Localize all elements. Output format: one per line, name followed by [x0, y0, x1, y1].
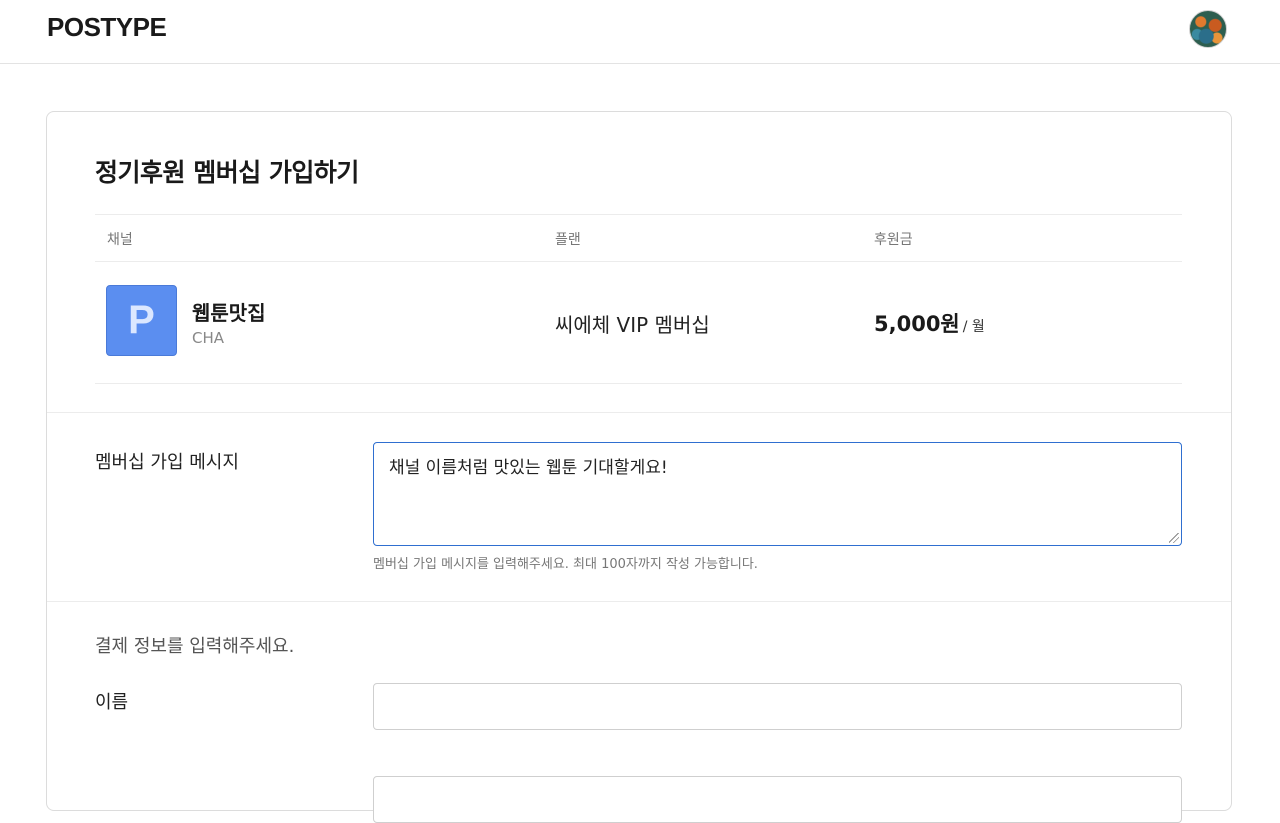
next-input[interactable]	[373, 776, 1182, 823]
page-title: 정기후원 멤버십 가입하기	[95, 158, 359, 187]
channel-thumbnail-letter: P	[128, 298, 155, 342]
column-header-plan: 플랜	[555, 232, 581, 248]
name-label: 이름	[95, 692, 129, 713]
postype-logo[interactable]: POSTYPE	[47, 12, 167, 43]
resize-handle-icon[interactable]	[1169, 533, 1179, 543]
top-bar: POSTYPE	[0, 0, 1280, 64]
table-row: P 웹툰맛집 CHA 씨에체 VIP 멤버십 5,000원 / 월	[95, 262, 1182, 384]
column-header-amount: 후원금	[874, 232, 913, 248]
channel-owner: CHA	[192, 329, 225, 347]
name-input[interactable]	[373, 683, 1182, 730]
section-divider	[47, 601, 1231, 602]
column-header-channel: 채널	[107, 232, 133, 248]
amount-value: 5,000원	[874, 312, 960, 336]
message-label: 멤버십 가입 메시지	[95, 452, 239, 473]
section-divider	[47, 412, 1231, 413]
support-amount: 5,000원 / 월	[874, 308, 985, 338]
user-avatar-icon[interactable]	[1189, 10, 1227, 48]
message-help-text: 멤버십 가입 메시지를 입력해주세요. 최대 100자까지 작성 가능합니다.	[373, 557, 758, 572]
channel-name[interactable]: 웹툰맛집	[192, 297, 266, 326]
payment-intro: 결제 정보를 입력해주세요.	[95, 636, 295, 657]
channel-thumbnail[interactable]: P	[106, 285, 177, 356]
amount-unit: / 월	[962, 319, 985, 335]
membership-message-textarea[interactable]: 채널 이름처럼 맛있는 웹툰 기대할게요!	[373, 442, 1182, 546]
message-text[interactable]: 채널 이름처럼 맛있는 웹툰 기대할게요!	[389, 458, 668, 478]
plan-name: 씨에체 VIP 멤버십	[555, 313, 710, 337]
table-header: 채널 플랜 후원금	[95, 214, 1182, 262]
